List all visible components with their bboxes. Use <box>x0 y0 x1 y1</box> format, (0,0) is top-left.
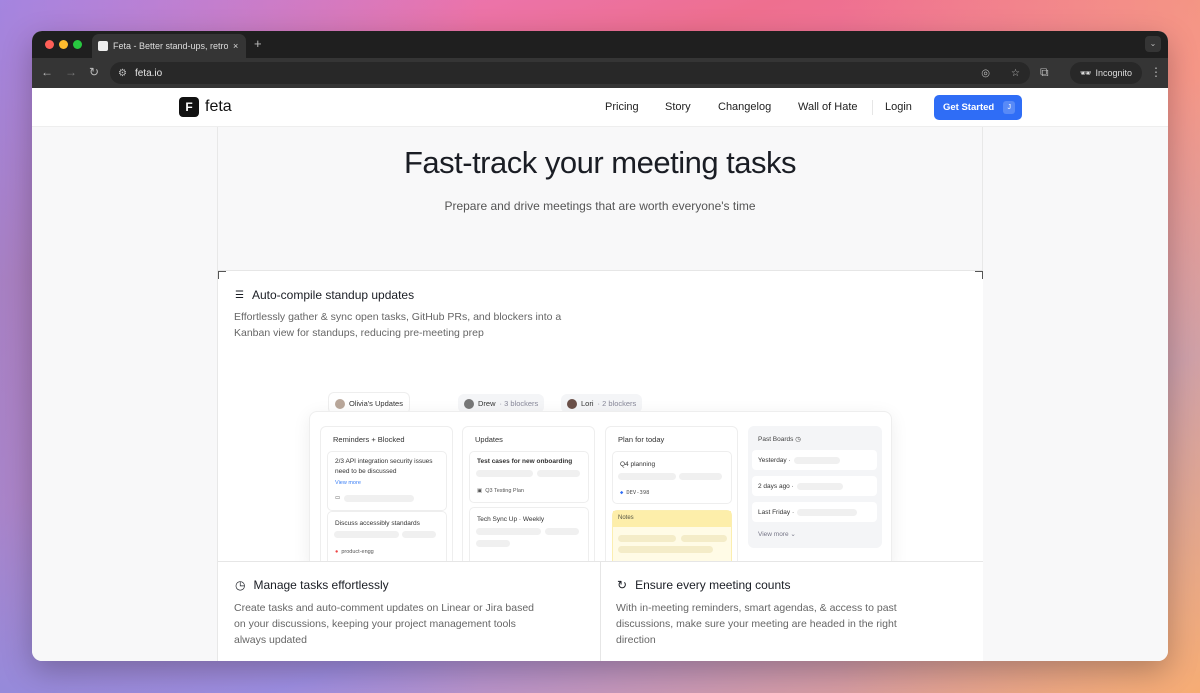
past-board-item[interactable]: Yesterday · <box>752 450 877 470</box>
avatar <box>335 398 345 409</box>
incognito-icon: 🕶 <box>1080 67 1092 78</box>
column-plan: Plan for today Q4 planning ◆ DEV-398 Note… <box>605 426 738 570</box>
logo-text: feta <box>205 98 232 115</box>
new-tab-button[interactable]: + <box>254 36 262 51</box>
menu-icon[interactable]: ⋮ <box>1150 65 1162 79</box>
content-column: Fast-track your meeting tasks Prepare an… <box>217 127 983 661</box>
nav-pricing[interactable]: Pricing <box>605 101 639 113</box>
tab-bar: Feta - Better stand-ups, retro × + ⌄ <box>32 31 1168 58</box>
nav-changelog[interactable]: Changelog <box>718 101 771 113</box>
address-bar[interactable]: ⚙ feta.io ◎ ☆ <box>110 62 1030 84</box>
past-board-label: 2 days ago · <box>758 482 794 490</box>
url-text: feta.io <box>134 67 163 79</box>
forward-icon[interactable]: → <box>65 65 77 79</box>
feature-description: With in-meeting reminders, smart agendas… <box>616 602 897 646</box>
incognito-button[interactable]: 🕶 Incognito <box>1070 62 1142 84</box>
column-updates: Updates Test cases for new onboarding ▣ Q… <box>462 426 595 570</box>
column-title: Updates <box>475 435 503 444</box>
past-board-label: Yesterday · <box>758 456 791 464</box>
corner-mark <box>218 271 226 279</box>
shortcut-key: J <box>1003 101 1016 114</box>
maximize-window-button[interactable] <box>73 40 82 49</box>
card-tag: product-engg <box>341 549 374 555</box>
video-icon: ▭ <box>335 495 341 501</box>
past-board-label: Last Friday · <box>758 508 795 516</box>
past-board-item[interactable]: Last Friday · <box>752 502 877 522</box>
extensions-icon[interactable]: ⧉ <box>1040 65 1049 80</box>
feature-title: Ensure every meeting counts <box>635 578 791 592</box>
tab-title: Feta - Better stand-ups, retro <box>113 41 228 51</box>
jira-icon: ◆ <box>620 490 624 496</box>
feature-title: Manage tasks effortlessly <box>253 578 389 592</box>
card[interactable]: Q4 planning ◆ DEV-398 <box>612 451 732 504</box>
avatar <box>567 398 577 409</box>
refresh-icon: ↻ <box>617 578 628 592</box>
close-window-button[interactable] <box>45 40 54 49</box>
tab-name: Drew <box>478 399 496 408</box>
star-icon[interactable]: ☆ <box>1011 68 1020 79</box>
features-row: ◷ Manage tasks effortlessly Create tasks … <box>218 561 983 661</box>
tab-search-icon[interactable]: ⌄ <box>1145 36 1161 52</box>
get-started-button[interactable]: Get Started J <box>934 95 1022 120</box>
tab-name: Olivia's Updates <box>349 399 403 408</box>
browser-tab[interactable]: Feta - Better stand-ups, retro × <box>92 34 246 58</box>
column-title: Reminders + Blocked <box>333 435 405 444</box>
browser-toolbar: ← → ↻ ⚙ feta.io ◎ ☆ ⧉ 🕶 Incognito ⋮ <box>32 58 1168 88</box>
card-title: Discuss accessibly standards <box>335 520 420 527</box>
site-info-icon[interactable]: ⚙ <box>118 68 127 79</box>
doc-icon: ▣ <box>477 488 483 494</box>
nav-wall-of-hate[interactable]: Wall of Hate <box>798 101 858 113</box>
corner-mark <box>975 271 983 279</box>
past-view-more[interactable]: View more ⌄ <box>758 530 796 538</box>
minimize-window-button[interactable] <box>59 40 68 49</box>
column-title: Plan for today <box>618 435 665 444</box>
reload-icon[interactable]: ↻ <box>89 65 99 79</box>
close-tab-icon[interactable]: × <box>233 41 238 51</box>
column-reminders: Reminders + Blocked 2/3 API integration … <box>320 426 453 570</box>
history-icon: ◷ <box>795 436 801 443</box>
card-title: Q4 planning <box>620 461 656 468</box>
card[interactable]: Test cases for new onboarding ▣ Q3 Testin… <box>469 451 589 503</box>
tab-blockers: · 2 blockers <box>597 399 637 408</box>
card-tag: DEV-398 <box>626 490 650 496</box>
features-section: ☰ Auto-compile standup updates Effortless… <box>218 270 983 661</box>
incognito-label: Incognito <box>1095 68 1132 78</box>
eye-off-icon[interactable]: ◎ <box>981 68 990 79</box>
page: Fast-track your meeting tasks Prepare an… <box>32 88 1168 661</box>
tab-name: Lori <box>581 399 594 408</box>
nav-story[interactable]: Story <box>665 101 691 113</box>
tab-blockers: · 3 blockers <box>499 399 539 408</box>
site-nav: Ffeta Pricing Story Changelog Wall of Ha… <box>32 88 1168 127</box>
slack-icon: ● <box>335 549 339 555</box>
cta-label: Get Started <box>943 102 995 113</box>
past-boards-title: Past Boards <box>758 436 794 443</box>
browser-window: Feta - Better stand-ups, retro × + ⌄ ← → … <box>32 31 1168 661</box>
clock-icon: ◷ <box>235 578 246 592</box>
logo[interactable]: Ffeta <box>179 97 232 117</box>
view-more-label: View more <box>758 531 789 538</box>
logo-icon: F <box>179 97 199 117</box>
nav-divider <box>872 100 873 115</box>
nav-login[interactable]: Login <box>885 101 912 113</box>
checklist-icon: ☰ <box>235 289 244 301</box>
hero-title: Fast-track your meeting tasks <box>403 145 797 180</box>
feature-description: Create tasks and auto-comment updates on… <box>234 602 535 646</box>
card[interactable]: 2/3 API integration security issues need… <box>327 451 447 511</box>
avatar <box>464 398 474 409</box>
card-title: 2/3 API integration security issues need… <box>335 458 433 475</box>
past-board-item[interactable]: 2 days ago · <box>752 476 877 496</box>
card-title: Test cases for new onboarding <box>477 458 573 465</box>
past-boards: Past Boards ◷ Yesterday · 2 days ago · L… <box>748 426 882 548</box>
card-tag: Q3 Testing Plan <box>485 488 524 494</box>
back-icon[interactable]: ← <box>41 65 53 79</box>
kanban-board: Reminders + Blocked 2/3 API integration … <box>309 411 892 571</box>
feature-description: Effortlessly gather & sync open tasks, G… <box>234 311 562 339</box>
favicon-icon <box>98 41 108 51</box>
notes-title: Notes <box>613 511 731 527</box>
hero-subtitle: Prepare and drive meetings that are wort… <box>444 199 756 213</box>
card-title: Tech Sync Up · Weekly <box>477 516 545 523</box>
view-more-link[interactable]: View more <box>335 480 361 486</box>
feature-title: Auto-compile standup updates <box>251 288 415 302</box>
